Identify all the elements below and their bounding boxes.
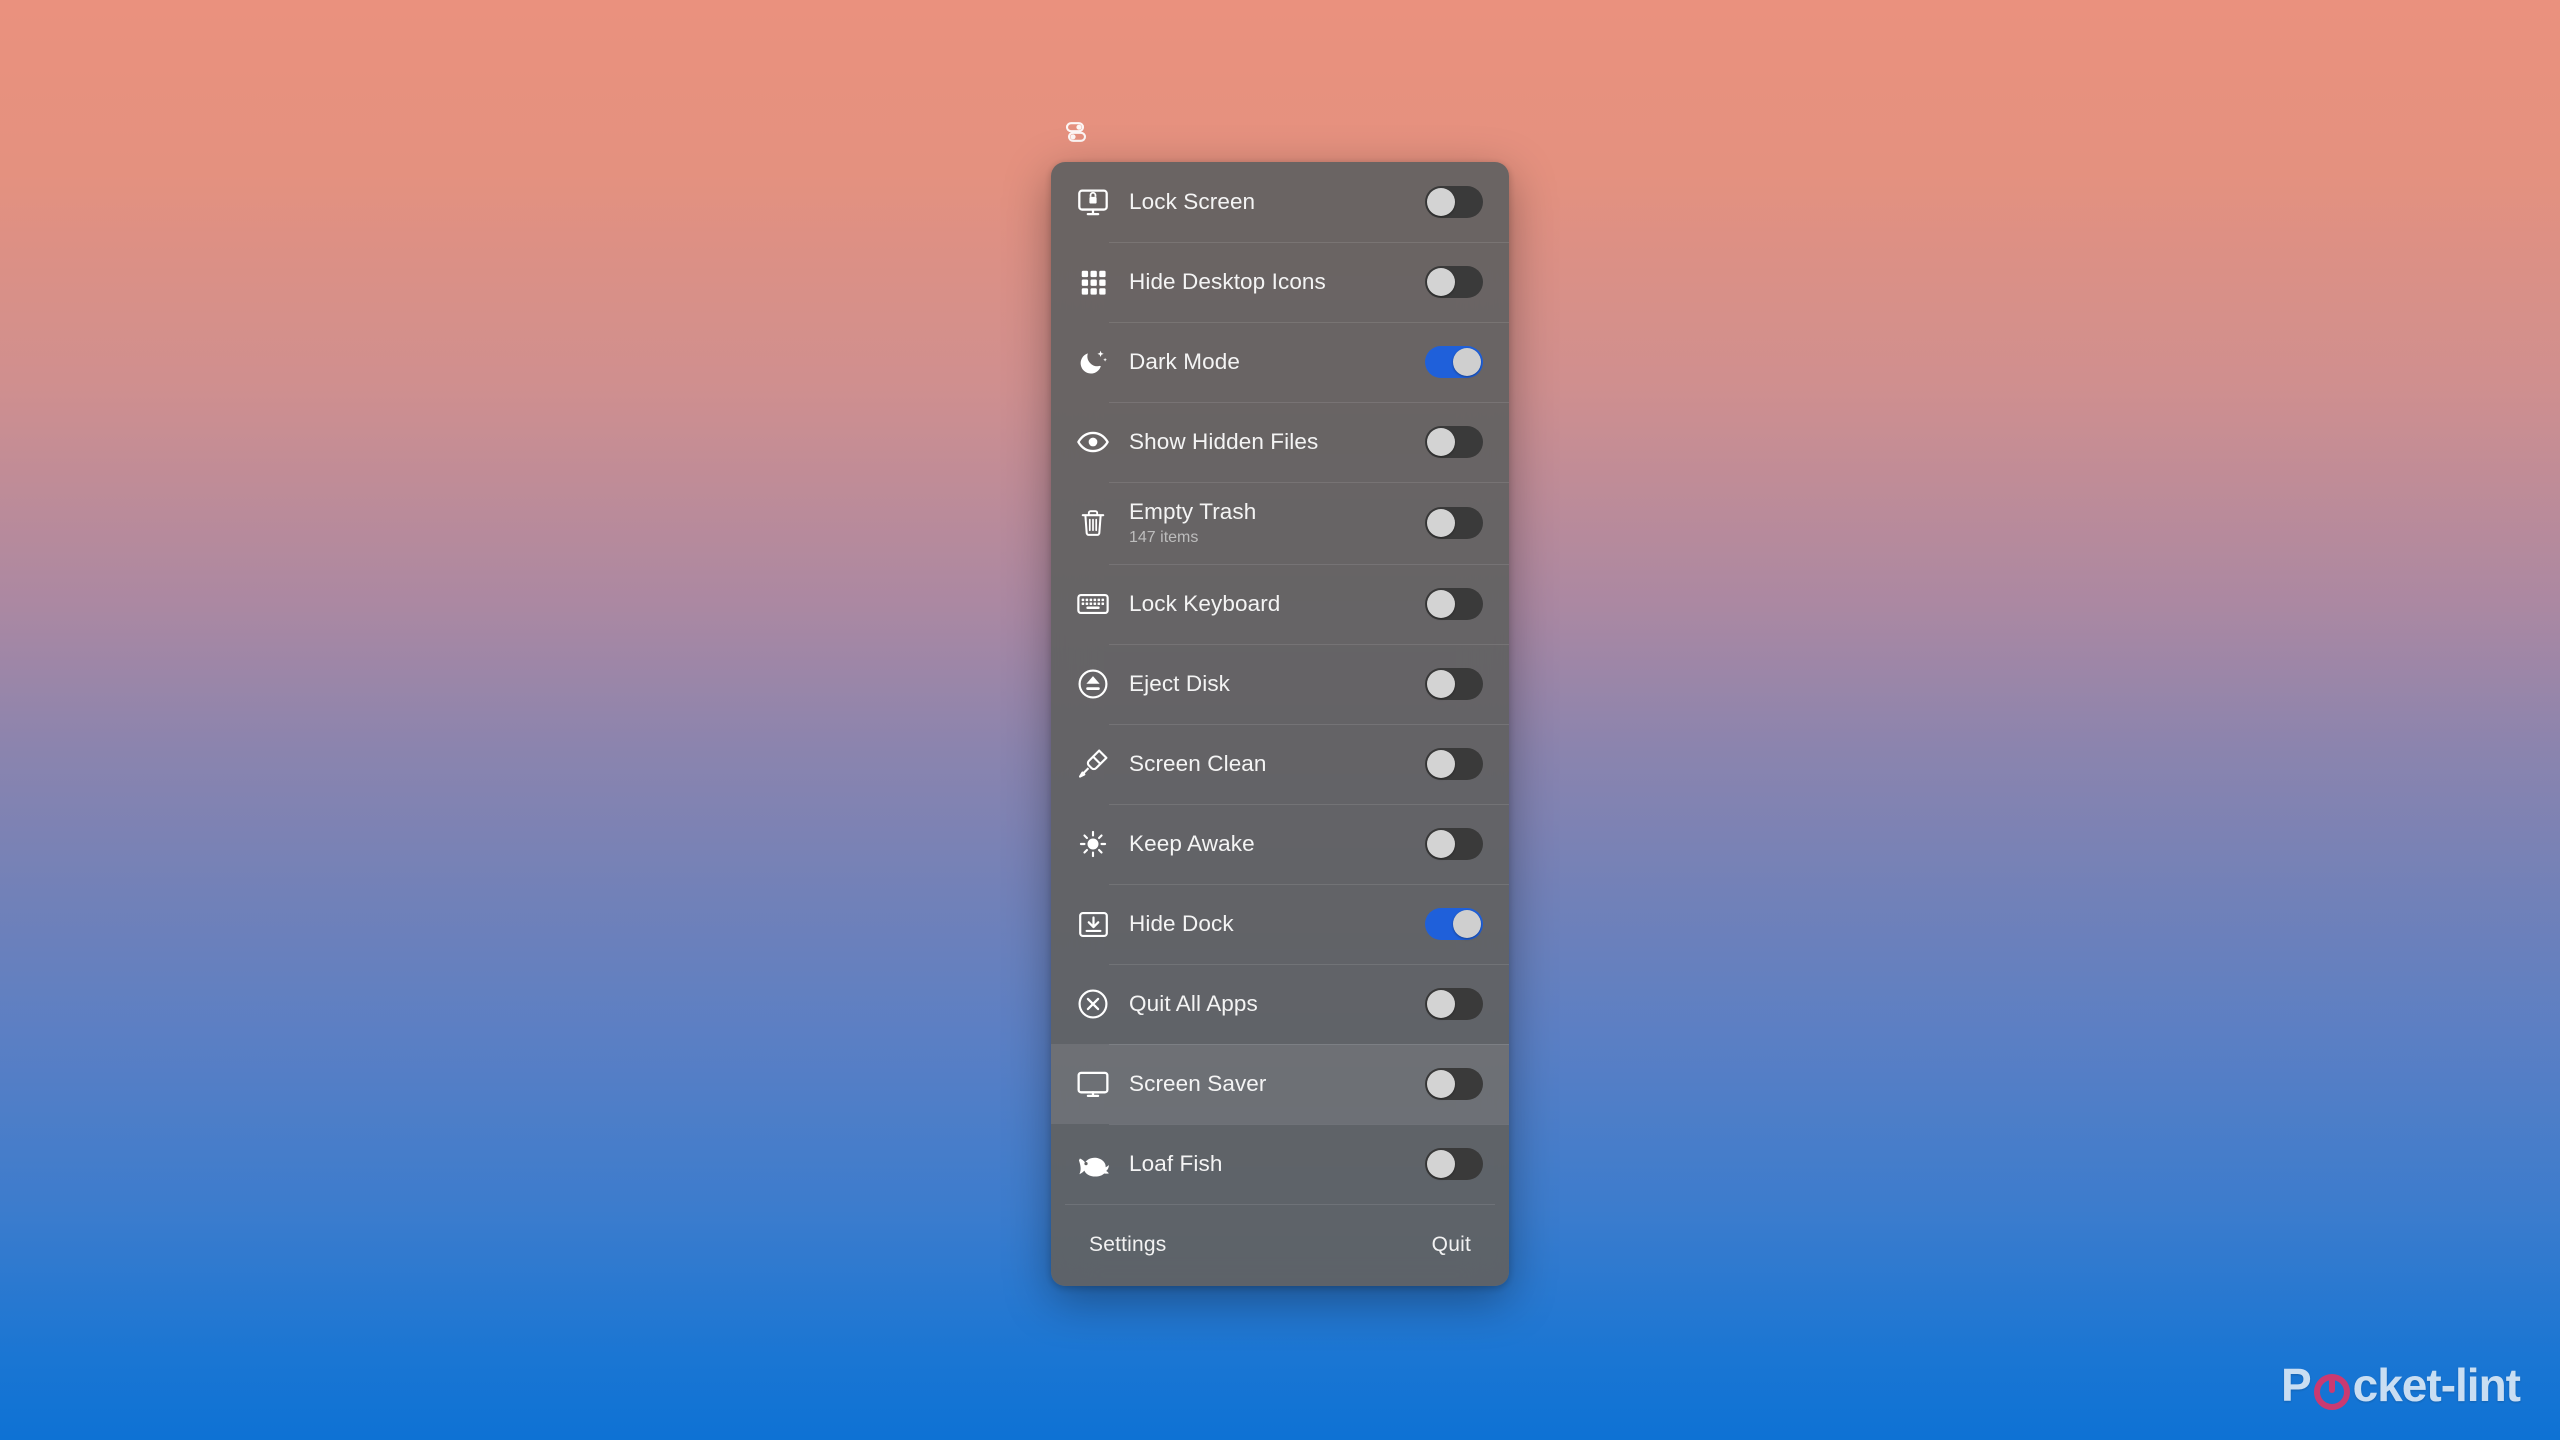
row-text: Show Hidden Files [1129,428,1425,456]
paintbrush-icon [1075,746,1111,782]
keyboard-icon [1075,586,1111,622]
toggle-row[interactable]: Hide Desktop Icons [1051,242,1509,322]
toggle-knob [1427,750,1455,778]
toggle-row[interactable]: Lock Screen [1051,162,1509,242]
toggle-switch[interactable] [1425,1148,1483,1180]
menubar-status-icon[interactable] [1062,120,1090,144]
toggle-switch[interactable] [1425,186,1483,218]
toggle-switch[interactable] [1425,988,1483,1020]
download-box-icon [1075,906,1111,942]
watermark-text-after: cket-lint [2353,1358,2520,1412]
quit-button[interactable]: Quit [1432,1233,1471,1257]
toggle-row[interactable]: Empty Trash147 items [1051,482,1509,564]
toggle-row[interactable]: Screen Clean [1051,724,1509,804]
toggle-row[interactable]: Eject Disk [1051,644,1509,724]
toggle-row[interactable]: Screen Saver [1051,1044,1509,1124]
fish-icon [1075,1146,1111,1182]
toggle-knob [1427,1150,1455,1178]
toggle-row[interactable]: Show Hidden Files [1051,402,1509,482]
row-label: Lock Keyboard [1129,590,1425,618]
row-label: Eject Disk [1129,670,1425,698]
row-text: Hide Dock [1129,910,1425,938]
monitor-icon [1075,1066,1111,1102]
toggle-switch[interactable] [1425,346,1483,378]
row-text: Eject Disk [1129,670,1425,698]
toggle-knob [1427,990,1455,1018]
toggle-switch[interactable] [1425,908,1483,940]
toggle-knob [1427,1070,1455,1098]
row-label: Lock Screen [1129,188,1425,216]
moon-stars-icon [1075,344,1111,380]
watermark-text-before: P [2281,1358,2311,1412]
toggle-row[interactable]: Hide Dock [1051,884,1509,964]
toggle-knob [1427,428,1455,456]
row-text: Keep Awake [1129,830,1425,858]
toggle-knob [1453,348,1481,376]
lock-screen-icon [1075,184,1111,220]
row-label: Screen Saver [1129,1070,1425,1098]
toggle-row[interactable]: Dark Mode [1051,322,1509,402]
toggle-knob [1453,910,1481,938]
row-label: Show Hidden Files [1129,428,1425,456]
row-label: Hide Dock [1129,910,1425,938]
row-text: Lock Keyboard [1129,590,1425,618]
power-icon [2312,1369,2352,1409]
toggle-knob [1427,670,1455,698]
toggle-knob [1427,590,1455,618]
row-label: Keep Awake [1129,830,1425,858]
row-label: Quit All Apps [1129,990,1425,1018]
row-subtitle: 147 items [1129,528,1425,549]
trash-icon [1075,505,1111,541]
row-label: Hide Desktop Icons [1129,268,1425,296]
toggle-row[interactable]: Lock Keyboard [1051,564,1509,644]
toggle-knob [1427,268,1455,296]
row-label: Loaf Fish [1129,1150,1425,1178]
grid-icon [1075,264,1111,300]
toggle-switch[interactable] [1425,1068,1483,1100]
toggle-row[interactable]: Keep Awake [1051,804,1509,884]
row-text: Empty Trash147 items [1129,498,1425,549]
row-text: Screen Saver [1129,1070,1425,1098]
toggle-switch[interactable] [1425,266,1483,298]
toggle-switch[interactable] [1425,828,1483,860]
toggle-row[interactable]: Loaf Fish [1051,1124,1509,1204]
one-switch-panel: Lock Screen Hide Desktop Icons Dark Mode Sh… [1051,162,1509,1286]
row-label: Empty Trash [1129,498,1425,526]
toggle-switch[interactable] [1425,507,1483,539]
row-text: Lock Screen [1129,188,1425,216]
row-text: Hide Desktop Icons [1129,268,1425,296]
row-label: Screen Clean [1129,750,1425,778]
toggle-switch[interactable] [1425,588,1483,620]
settings-button[interactable]: Settings [1089,1233,1166,1257]
row-text: Loaf Fish [1129,1150,1425,1178]
toggle-knob [1427,188,1455,216]
toggle-knob [1427,509,1455,537]
toggle-switch[interactable] [1425,426,1483,458]
toggle-row[interactable]: Quit All Apps [1051,964,1509,1044]
eye-icon [1075,424,1111,460]
row-text: Screen Clean [1129,750,1425,778]
pocket-lint-watermark: P cket-lint [2281,1358,2520,1412]
toggle-knob [1427,830,1455,858]
row-text: Quit All Apps [1129,990,1425,1018]
eject-icon [1075,666,1111,702]
x-circle-icon [1075,986,1111,1022]
toggle-switch[interactable] [1425,748,1483,780]
toggle-rows-list: Lock Screen Hide Desktop Icons Dark Mode Sh… [1051,162,1509,1204]
toggle-switch[interactable] [1425,668,1483,700]
row-label: Dark Mode [1129,348,1425,376]
panel-footer: Settings Quit [1051,1204,1509,1286]
desktop-wallpaper: Lock Screen Hide Desktop Icons Dark Mode Sh… [0,0,2560,1440]
sun-icon [1075,826,1111,862]
row-text: Dark Mode [1129,348,1425,376]
